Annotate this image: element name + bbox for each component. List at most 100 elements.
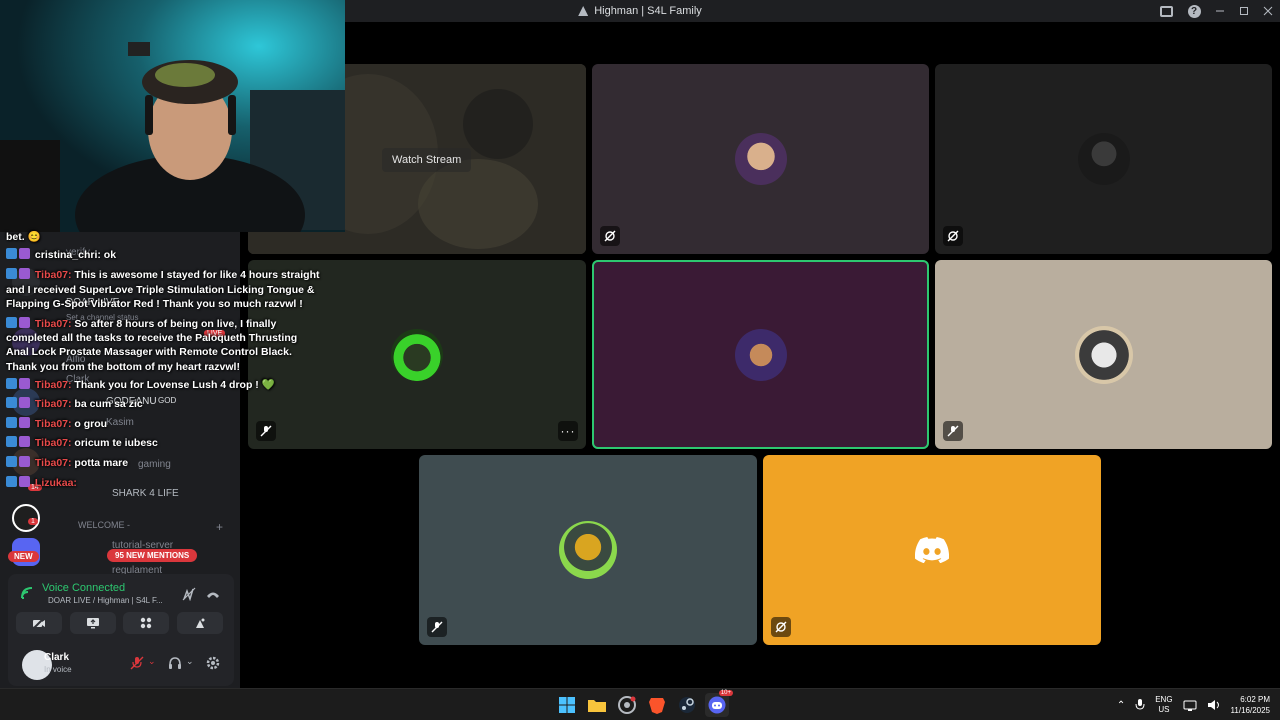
clock-time: 6:02 PM — [1240, 695, 1270, 704]
language-indicator[interactable]: ENG US — [1155, 695, 1172, 715]
help-button[interactable]: ? — [1180, 0, 1208, 22]
username[interactable]: Clark — [44, 652, 69, 663]
headphones-icon[interactable] — [168, 656, 182, 670]
gear-icon[interactable] — [206, 656, 220, 670]
chat-text: ba cum sa zic — [71, 398, 143, 410]
windows-taskbar: 10+ ⌃ ENG US 6:02 PM 11/16/2025 — [0, 688, 1280, 720]
chat-username: Tiba07: — [34, 269, 72, 281]
chat-line: Flapping G-Spot Vibrator Red ! Thank you… — [6, 297, 346, 312]
inbox-icon — [1159, 5, 1173, 17]
voice-channel-name[interactable]: DOAR LIVE / Highman | S4L F... — [48, 596, 163, 605]
soundboard-button[interactable] — [177, 612, 223, 634]
chat-username: Tiba07: — [34, 318, 72, 330]
vip-badge-icon — [19, 397, 30, 408]
discord-notification-badge: 10+ — [718, 690, 733, 696]
avatar — [559, 521, 617, 579]
chat-text: Flapping G-Spot Vibrator Red ! Thank you… — [6, 298, 303, 310]
volume-icon[interactable] — [1207, 699, 1221, 711]
new-badge[interactable]: NEW — [8, 551, 39, 562]
chat-text: So after 8 hours of being on live, I fin… — [71, 318, 277, 330]
deafened-badge — [771, 617, 791, 637]
activities-icon — [140, 617, 152, 629]
steam-button[interactable] — [675, 693, 699, 717]
participant-tile[interactable] — [935, 64, 1272, 254]
sub-badge-icon — [6, 378, 17, 389]
server-count-badge: 1 — [28, 518, 38, 525]
avatar — [1074, 325, 1133, 384]
user-panel: Clark In voice ⌄ ⌄ — [8, 646, 234, 686]
muted-badge — [943, 421, 963, 441]
camera-button[interactable] — [16, 612, 62, 634]
chat-text: ok — [100, 249, 117, 261]
more-options-button[interactable]: ··· — [558, 421, 578, 441]
microphone-tray-icon[interactable] — [1135, 699, 1145, 711]
category-welcome[interactable]: WELCOME - — [78, 520, 130, 530]
deafened-badge — [943, 226, 963, 246]
participant-tile[interactable] — [763, 455, 1101, 645]
participant-tile[interactable] — [419, 455, 757, 645]
deafened-icon — [604, 230, 616, 242]
camera-off-icon — [32, 617, 46, 629]
participant-tile-speaking[interactable] — [592, 260, 929, 449]
inbox-button[interactable] — [1152, 0, 1180, 22]
signal-icon[interactable] — [20, 586, 34, 600]
brave-button[interactable] — [645, 693, 669, 717]
chat-line: completed all the tasks to receive the P… — [6, 331, 346, 346]
chat-username: Tiba07: — [34, 457, 72, 469]
keyboard-region: US — [1158, 705, 1170, 714]
tray-overflow-chevron-icon[interactable]: ⌃ — [1117, 700, 1125, 711]
voice-stage: Watch Stream ··· — [240, 22, 1280, 688]
vip-badge-icon — [19, 248, 30, 259]
participant-tile[interactable] — [935, 260, 1272, 449]
participant-tile[interactable] — [592, 64, 929, 254]
activities-button[interactable] — [123, 612, 169, 634]
folder-icon — [588, 700, 606, 712]
vip-badge-icon — [19, 268, 30, 279]
mic-options-chevron-icon[interactable]: ⌄ — [148, 656, 156, 667]
vip-badge-icon — [19, 476, 30, 487]
minimize-button[interactable] — [1208, 0, 1232, 22]
discord-taskbar-button[interactable]: 10+ — [705, 690, 733, 717]
watch-stream-button[interactable]: Watch Stream — [382, 148, 472, 172]
close-icon — [1263, 6, 1273, 16]
voice-status[interactable]: Voice Connected — [42, 582, 125, 594]
chat-line: and I received SuperLove Triple Stimulat… — [6, 283, 346, 298]
clock-date: 11/16/2025 — [1230, 706, 1270, 715]
chat-text: potta mare — [71, 457, 129, 469]
minimize-icon — [1216, 10, 1224, 12]
browser-icon — [618, 696, 636, 714]
avatar — [734, 133, 787, 185]
chrome-button[interactable] — [615, 693, 639, 717]
network-icon[interactable] — [1183, 699, 1197, 711]
vip-badge-icon — [19, 317, 30, 328]
language-code: ENG — [1155, 695, 1173, 704]
close-window-button[interactable] — [1256, 0, 1280, 22]
file-explorer-button[interactable] — [585, 693, 609, 717]
screen-share-button[interactable] — [70, 612, 116, 634]
screen-share-icon — [87, 618, 99, 629]
avatar — [391, 328, 443, 381]
noise-suppression-icon[interactable] — [182, 587, 196, 601]
chat-line: Tiba07: ba cum sa zic — [6, 397, 346, 412]
audio-options-chevron-icon[interactable]: ⌄ — [186, 656, 194, 667]
add-channel-icon[interactable]: + — [216, 520, 223, 534]
muted-badge — [427, 617, 447, 637]
vip-badge-icon — [19, 378, 30, 389]
new-mentions-button[interactable]: 95 NEW MENTIONS — [107, 549, 198, 562]
sub-badge-icon — [6, 476, 17, 487]
avatar — [1077, 133, 1130, 185]
vip-badge-icon — [19, 436, 30, 447]
webcam-image — [0, 0, 345, 232]
start-button[interactable] — [555, 693, 579, 717]
sub-badge-icon — [6, 268, 17, 279]
mic-muted-icon[interactable] — [130, 656, 144, 670]
system-clock[interactable]: 6:02 PM 11/16/2025 — [1231, 694, 1270, 716]
maximize-button[interactable] — [1232, 0, 1256, 22]
disconnect-icon[interactable] — [206, 587, 220, 601]
help-icon: ? — [1187, 4, 1201, 18]
user-status: In voice — [44, 665, 72, 674]
vip-badge-icon — [19, 456, 30, 467]
chat-text: completed all the tasks to receive the P… — [6, 332, 298, 344]
chat-username: cristina_chri: — [34, 249, 101, 261]
chat-line: Lizukaa: — [6, 476, 346, 491]
